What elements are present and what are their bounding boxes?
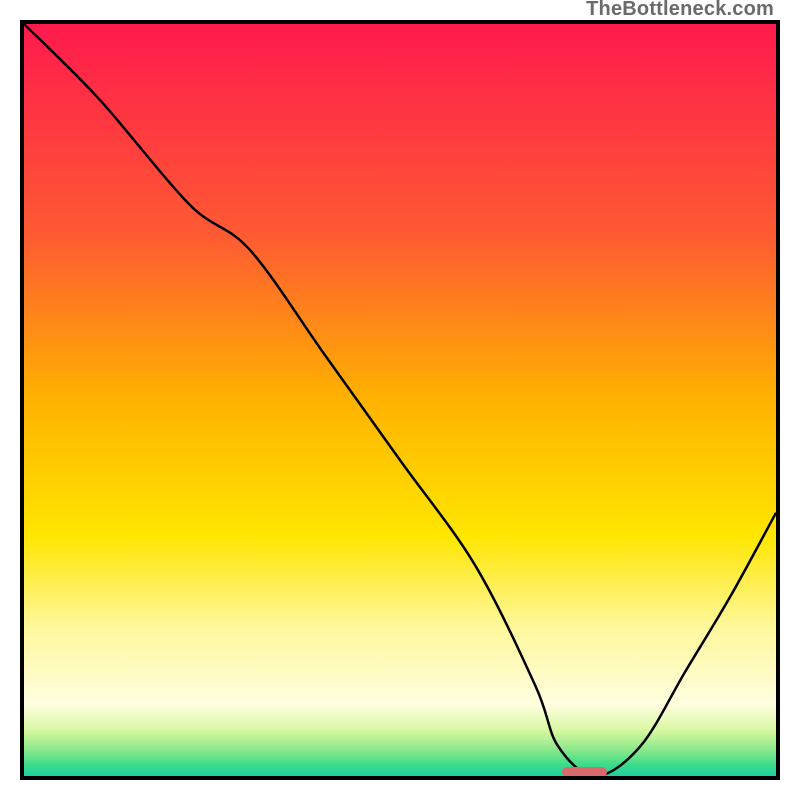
curve-layer xyxy=(24,24,776,776)
optimal-range-marker xyxy=(562,767,607,777)
bottleneck-curve xyxy=(24,24,776,776)
chart-frame: TheBottleneck.com xyxy=(0,0,800,800)
plot-area xyxy=(20,20,780,780)
watermark-text: TheBottleneck.com xyxy=(586,0,774,21)
